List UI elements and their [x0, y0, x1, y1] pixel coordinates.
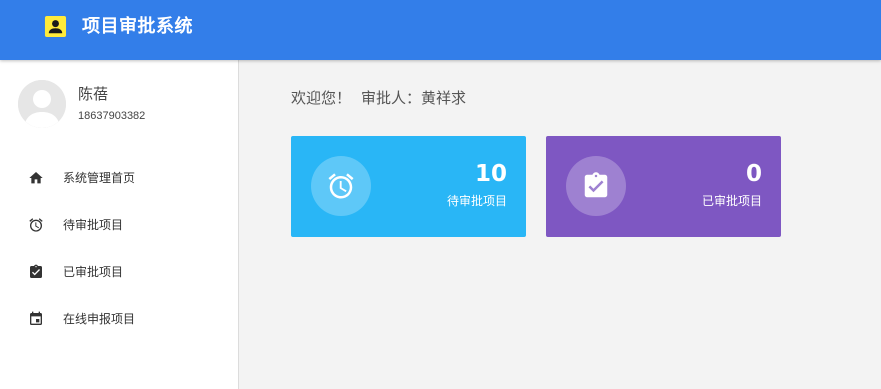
pending-count: 10: [474, 161, 507, 187]
approved-label: 已审批项目: [701, 194, 762, 208]
approved-count: 0: [745, 161, 762, 187]
sidebar-item-label: 已审批项目: [63, 265, 124, 279]
sidebar-item-apply-online[interactable]: 在线申报项目: [0, 297, 238, 341]
sidebar-item-label: 系统管理首页: [63, 171, 136, 185]
sidebar: 陈蓓 18637903382 系统管理首页 待审批项目 已审批项目 在线申报项目: [0, 60, 239, 389]
sidebar-item-label: 待审批项目: [63, 218, 124, 232]
app-title: 项目审批系统: [82, 16, 193, 37]
approved-projects-card[interactable]: 0 已审批项目: [546, 136, 781, 237]
welcome-text: 欢迎您！: [291, 89, 352, 107]
sidebar-item-home[interactable]: 系统管理首页: [0, 156, 238, 200]
user-badge-icon[interactable]: [44, 15, 67, 38]
pending-label: 待审批项目: [446, 194, 507, 208]
clipboard-check-icon: [28, 264, 44, 280]
sidebar-item-label: 在线申报项目: [63, 312, 136, 326]
home-icon: [28, 170, 44, 186]
calendar-icon: [28, 311, 44, 327]
alarm-clock-icon: [311, 156, 371, 216]
user-phone: 18637903382: [78, 110, 146, 122]
default-avatar-icon: [18, 80, 66, 128]
approver-name: 审批人：黄祥求: [361, 89, 467, 107]
user-name: 陈蓓: [78, 85, 109, 103]
top-app-bar: 项目审批系统: [0, 0, 881, 60]
welcome-message: 欢迎您！ 审批人：黄祥求: [291, 88, 466, 108]
pending-projects-card[interactable]: 10 待审批项目: [291, 136, 526, 237]
clipboard-check-icon: [566, 156, 626, 216]
sidebar-item-pending[interactable]: 待审批项目: [0, 203, 238, 247]
sidebar-item-approved[interactable]: 已审批项目: [0, 250, 238, 294]
alarm-clock-icon: [28, 217, 44, 233]
